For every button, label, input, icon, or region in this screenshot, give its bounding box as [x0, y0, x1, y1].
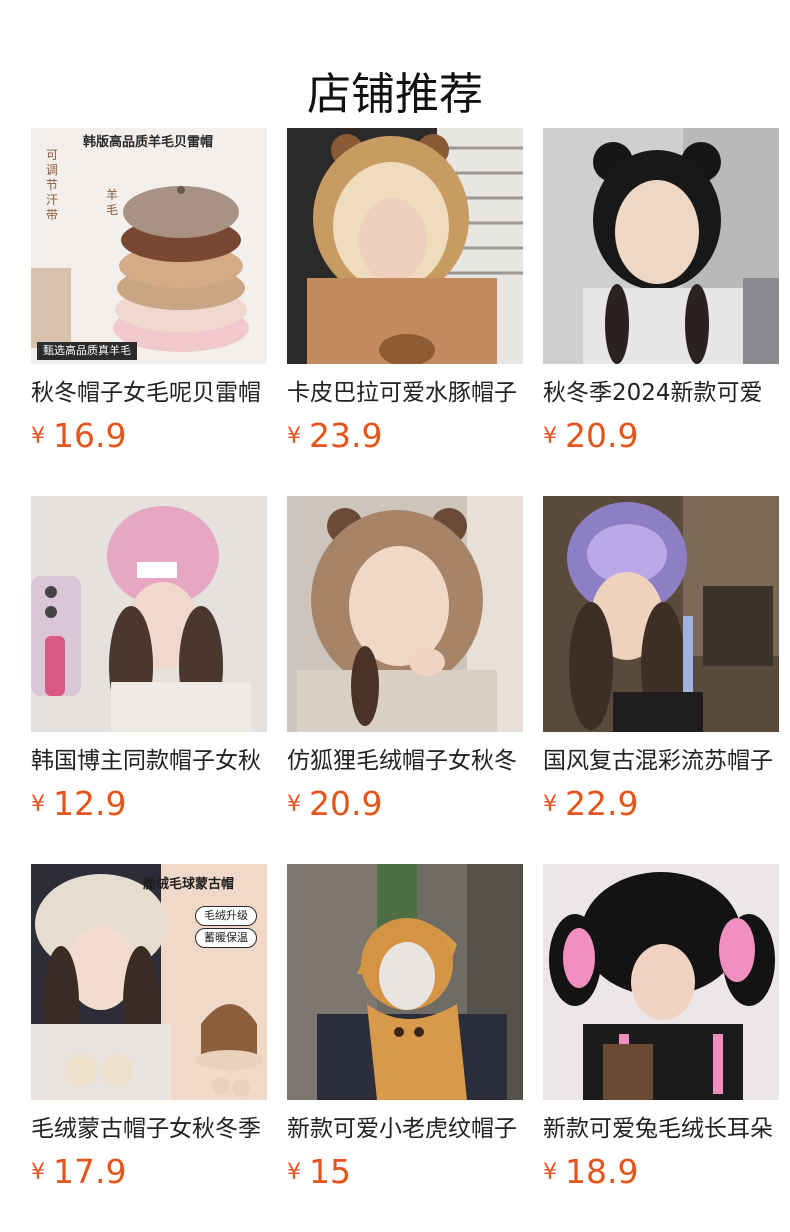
product-card[interactable]: 国风复古混彩流苏帽子 ¥22.9: [543, 496, 779, 823]
product-card[interactable]: 新款可爱兔毛绒长耳朵 ¥18.9: [543, 864, 779, 1191]
product-image[interactable]: [287, 864, 523, 1100]
product-grid: 韩版高品质羊毛贝雷帽 可调节汗带 羊毛 甄选高品质真羊毛 秋冬帽子女毛呢贝雷帽 …: [31, 128, 779, 1191]
image-headline: 鹿绒毛球蒙古帽: [143, 877, 235, 892]
black-bear-hat-illustration: [543, 128, 779, 364]
product-price: ¥15: [287, 1150, 351, 1194]
currency-symbol: ¥: [543, 792, 557, 817]
product-price: ¥20.9: [287, 782, 382, 826]
capybara-hat-illustration: [287, 128, 523, 364]
product-name[interactable]: 新款可爱兔毛绒长耳朵: [543, 1112, 779, 1148]
tiger-hat-illustration: [287, 864, 523, 1100]
currency-symbol: ¥: [31, 1160, 45, 1185]
product-price: ¥12.9: [31, 782, 126, 826]
page-title: 店铺推荐: [307, 69, 483, 121]
beret-stack-illustration: [31, 128, 267, 364]
currency-symbol: ¥: [287, 424, 301, 449]
price-value: 20.9: [565, 416, 639, 455]
product-name[interactable]: 秋冬季2024新款可爱: [543, 376, 779, 412]
product-card[interactable]: 仿狐狸毛绒帽子女秋冬 ¥20.9: [287, 496, 523, 823]
bunny-ear-hat-illustration: [543, 864, 779, 1100]
product-image[interactable]: [543, 496, 779, 732]
image-feature-pill: 蓄暖保温: [195, 928, 257, 948]
product-name[interactable]: 卡皮巴拉可爱水豚帽子: [287, 376, 523, 412]
price-value: 18.9: [565, 1152, 639, 1191]
product-card[interactable]: 韩国博主同款帽子女秋 ¥12.9: [31, 496, 267, 823]
product-image[interactable]: [543, 864, 779, 1100]
price-value: 16.9: [53, 416, 127, 455]
currency-symbol: ¥: [31, 792, 45, 817]
fox-fur-hat-illustration: [287, 496, 523, 732]
price-value: 20.9: [309, 784, 383, 823]
product-price: ¥23.9: [287, 414, 382, 458]
image-headline: 韩版高品质羊毛贝雷帽: [83, 135, 214, 150]
product-card[interactable]: 鹿绒毛球蒙古帽 毛绒升级 蓄暖保温 毛绒蒙古帽子女秋冬季 ¥17.9: [31, 864, 267, 1191]
product-price: ¥16.9: [31, 414, 126, 458]
mongolian-hat-illustration: [31, 864, 267, 1100]
product-name[interactable]: 仿狐狸毛绒帽子女秋冬: [287, 744, 523, 780]
product-card[interactable]: 新款可爱小老虎纹帽子 ¥15: [287, 864, 523, 1191]
image-feature-pill: 毛绒升级: [195, 906, 257, 926]
product-price: ¥18.9: [543, 1150, 638, 1194]
product-price: ¥17.9: [31, 1150, 126, 1194]
currency-symbol: ¥: [287, 1160, 301, 1185]
pink-beanie-illustration: [31, 496, 267, 732]
product-name[interactable]: 毛绒蒙古帽子女秋冬季: [31, 1112, 267, 1148]
product-name[interactable]: 新款可爱小老虎纹帽子: [287, 1112, 523, 1148]
price-value: 23.9: [309, 416, 383, 455]
price-value: 12.9: [53, 784, 127, 823]
product-image[interactable]: 韩版高品质羊毛贝雷帽 可调节汗带 羊毛 甄选高品质真羊毛: [31, 128, 267, 364]
product-name[interactable]: 国风复古混彩流苏帽子: [543, 744, 779, 780]
product-price: ¥20.9: [543, 414, 638, 458]
product-card[interactable]: 卡皮巴拉可爱水豚帽子 ¥23.9: [287, 128, 523, 455]
currency-symbol: ¥: [287, 792, 301, 817]
price-value: 17.9: [53, 1152, 127, 1191]
currency-symbol: ¥: [543, 424, 557, 449]
product-name[interactable]: 秋冬帽子女毛呢贝雷帽: [31, 376, 267, 412]
tassel-hat-illustration: [543, 496, 779, 732]
product-image[interactable]: [287, 496, 523, 732]
product-name[interactable]: 韩国博主同款帽子女秋: [31, 744, 267, 780]
product-image[interactable]: [543, 128, 779, 364]
currency-symbol: ¥: [31, 424, 45, 449]
product-card[interactable]: 韩版高品质羊毛贝雷帽 可调节汗带 羊毛 甄选高品质真羊毛 秋冬帽子女毛呢贝雷帽 …: [31, 128, 267, 455]
product-card[interactable]: 秋冬季2024新款可爱 ¥20.9: [543, 128, 779, 455]
price-value: 22.9: [565, 784, 639, 823]
product-image[interactable]: 鹿绒毛球蒙古帽 毛绒升级 蓄暖保温: [31, 864, 267, 1100]
product-image[interactable]: [287, 128, 523, 364]
price-value: 15: [309, 1152, 351, 1191]
image-badge: 甄选高品质真羊毛: [37, 342, 137, 360]
product-image[interactable]: [31, 496, 267, 732]
product-price: ¥22.9: [543, 782, 638, 826]
currency-symbol: ¥: [543, 1160, 557, 1185]
